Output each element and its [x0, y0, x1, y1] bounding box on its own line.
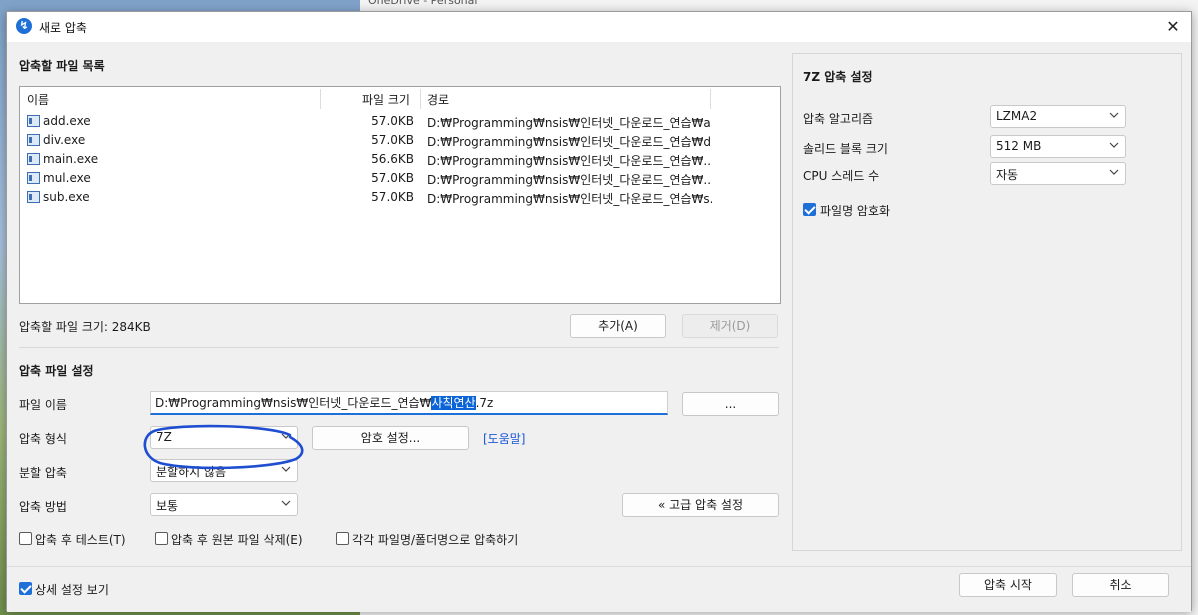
filename-label: 파일 이름	[19, 398, 67, 412]
column-divider[interactable]	[710, 89, 711, 109]
show-details-label[interactable]: 상세 설정 보기	[35, 581, 109, 598]
column-size[interactable]: 파일 크기	[362, 91, 410, 108]
file-name: mul.exe	[43, 171, 91, 185]
column-divider[interactable]	[420, 89, 421, 109]
title-bar: ↯ 새로 압축 ✕	[7, 12, 1191, 42]
column-name[interactable]: 이름	[27, 91, 49, 108]
file-list[interactable]: 이름 파일 크기 경로 add.exe 57.0KB D:₩Programmin…	[19, 86, 781, 304]
file-path: D:₩Programming₩nsis₩인터넷_다운로드_연습₩d...	[427, 135, 712, 149]
test-after-checkbox[interactable]	[19, 532, 32, 545]
seven-z-title: 7Z 압축 설정	[803, 70, 873, 84]
method-select[interactable]: 보통	[150, 493, 298, 516]
advanced-settings-button[interactable]: « 고급 압축 설정	[622, 493, 779, 517]
file-row[interactable]: add.exe 57.0KB D:₩Programming₩nsis₩인터넷_다…	[20, 112, 780, 131]
cpu-threads-select[interactable]: 자동	[990, 162, 1126, 185]
section-divider	[19, 347, 779, 348]
chevron-down-icon	[1109, 142, 1119, 148]
password-button[interactable]: 암호 설정...	[312, 426, 469, 450]
column-path[interactable]: 경로	[427, 91, 449, 108]
format-select[interactable]: 7Z	[150, 426, 298, 449]
file-path: D:₩Programming₩nsis₩인터넷_다운로드_연습₩s...	[427, 192, 712, 206]
file-name: div.exe	[43, 133, 86, 147]
delete-after-checkbox[interactable]	[155, 532, 168, 545]
exe-file-icon	[27, 115, 40, 127]
encrypt-filenames-label[interactable]: 파일명 암호화	[820, 202, 890, 219]
file-list-header: 이름 파일 크기 경로	[20, 87, 780, 109]
file-size: 57.0KB	[371, 190, 414, 204]
format-value: 7Z	[156, 430, 172, 444]
chevron-down-icon	[281, 466, 291, 472]
filename-input[interactable]: D:₩Programming₩nsis₩인터넷_다운로드_연습₩사칙연산.7z	[150, 391, 668, 415]
solid-block-label: 솔리드 블록 크기	[803, 142, 888, 156]
start-compress-button[interactable]: 압축 시작	[959, 573, 1057, 597]
filename-selected-text: 사칙연산	[431, 396, 476, 410]
file-row[interactable]: main.exe 56.6KB D:₩Programming₩nsis₩인터넷_…	[20, 150, 780, 169]
show-details-checkbox[interactable]	[19, 582, 32, 595]
cpu-threads-value: 자동	[996, 168, 1019, 182]
filename-prefix: D:₩Programming₩nsis₩인터넷_다운로드_연습₩	[155, 396, 432, 410]
exe-file-icon	[27, 153, 40, 165]
exe-file-icon	[27, 172, 40, 184]
algorithm-label: 압축 알고리즘	[803, 112, 874, 126]
add-button[interactable]: 추가(A)	[570, 314, 666, 338]
format-label: 압축 형식	[19, 432, 67, 446]
bottom-bar: 상세 설정 보기 압축 시작 취소	[7, 566, 1191, 612]
chevron-down-icon	[1109, 169, 1119, 175]
cancel-button[interactable]: 취소	[1072, 573, 1169, 597]
file-size: 57.0KB	[371, 171, 414, 185]
file-list-title: 압축할 파일 목록	[19, 59, 105, 73]
algorithm-value: LZMA2	[996, 109, 1038, 123]
file-path: D:₩Programming₩nsis₩인터넷_다운로드_연습₩...	[427, 173, 712, 187]
background-window-title: OneDrive - Personal	[368, 0, 478, 7]
help-link[interactable]: [도움말]	[483, 430, 525, 447]
chevron-down-icon	[281, 500, 291, 506]
file-row[interactable]: mul.exe 57.0KB D:₩Programming₩nsis₩인터넷_다…	[20, 169, 780, 188]
remove-button[interactable]: 제거(D)	[682, 314, 778, 338]
chevron-down-icon	[1109, 112, 1119, 118]
algorithm-select[interactable]: LZMA2	[990, 105, 1126, 128]
archive-settings-title: 압축 파일 설정	[19, 364, 94, 378]
file-name: add.exe	[43, 114, 91, 128]
file-size: 57.0KB	[371, 133, 414, 147]
total-size-label: 압축할 파일 크기: 284KB	[19, 320, 151, 334]
split-value: 분할하지 않음	[156, 465, 227, 479]
column-divider[interactable]	[320, 89, 321, 109]
file-size: 57.0KB	[371, 114, 414, 128]
file-name: sub.exe	[43, 190, 90, 204]
method-label: 압축 방법	[19, 500, 67, 514]
file-name: main.exe	[43, 152, 99, 166]
delete-after-label[interactable]: 압축 후 원본 파일 삭제(E)	[171, 531, 303, 548]
close-button[interactable]: ✕	[1161, 15, 1185, 39]
chevron-down-icon	[281, 433, 291, 439]
method-value: 보통	[156, 499, 179, 513]
test-after-label[interactable]: 압축 후 테스트(T)	[35, 531, 126, 548]
seven-z-settings-panel: 7Z 압축 설정 압축 알고리즘 LZMA2 솔리드 블록 크기 512 MB …	[792, 53, 1182, 551]
split-select[interactable]: 분할하지 않음	[150, 459, 298, 482]
exe-file-icon	[27, 191, 40, 203]
encrypt-filenames-checkbox[interactable]	[803, 203, 816, 216]
each-file-label[interactable]: 각각 파일명/폴더명으로 압축하기	[352, 531, 518, 548]
solid-block-select[interactable]: 512 MB	[990, 135, 1126, 158]
new-archive-dialog: ↯ 새로 압축 ✕ 압축할 파일 목록 이름 파일 크기 경로 add.exe …	[6, 11, 1192, 612]
app-icon: ↯	[16, 18, 32, 34]
browse-button[interactable]: ...	[682, 392, 779, 416]
filename-suffix: .7z	[475, 396, 494, 410]
file-size: 56.6KB	[371, 152, 414, 166]
solid-block-value: 512 MB	[996, 139, 1042, 153]
file-row[interactable]: div.exe 57.0KB D:₩Programming₩nsis₩인터넷_다…	[20, 131, 780, 150]
each-file-checkbox[interactable]	[336, 532, 349, 545]
cpu-threads-label: CPU 스레드 수	[803, 169, 880, 183]
exe-file-icon	[27, 134, 40, 146]
file-path: D:₩Programming₩nsis₩인터넷_다운로드_연습₩...	[427, 154, 712, 168]
file-path: D:₩Programming₩nsis₩인터넷_다운로드_연습₩a...	[427, 116, 712, 130]
file-row[interactable]: sub.exe 57.0KB D:₩Programming₩nsis₩인터넷_다…	[20, 188, 780, 207]
window-title: 새로 압축	[39, 21, 87, 35]
split-label: 분할 압축	[19, 466, 67, 480]
